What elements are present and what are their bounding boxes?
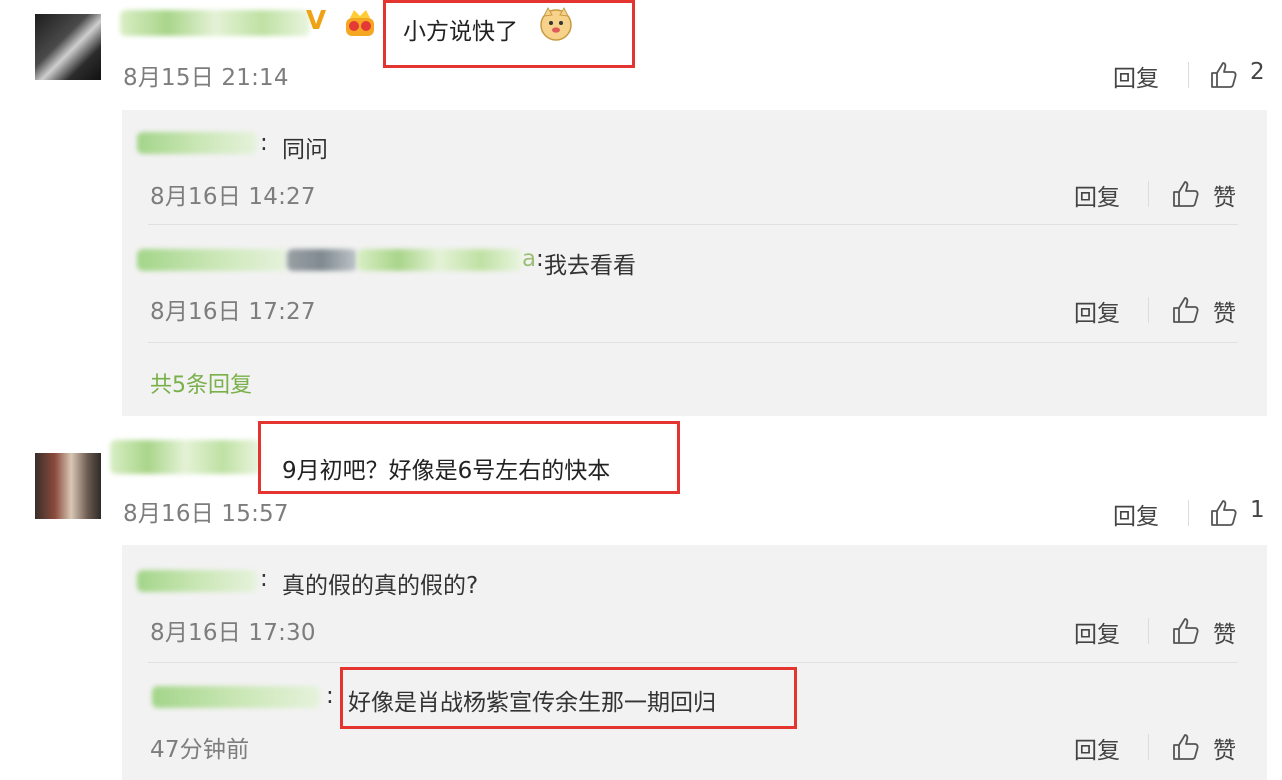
comment-timestamp: 8月15日 21:14 (123, 65, 289, 91)
thumbs-up-icon[interactable] (1170, 295, 1200, 325)
divider (1148, 181, 1149, 207)
like-button[interactable]: 赞 (1213, 731, 1236, 765)
divider (1148, 297, 1149, 323)
like-button[interactable]: 赞 (1213, 294, 1236, 328)
reply-username-suffix: a (522, 246, 537, 272)
thumbs-up-icon[interactable] (1208, 60, 1238, 90)
reply-button[interactable]: 回复 (1113, 497, 1159, 531)
comment-text: 9月初吧？好像是6号左右的快本 (282, 458, 611, 484)
reply-timestamp: 8月16日 14:27 (150, 184, 316, 210)
reply-username-blurred (287, 249, 357, 271)
divider (1188, 500, 1189, 526)
reply-separator: : (326, 683, 334, 709)
reply-timestamp: 47分钟前 (150, 737, 250, 763)
reply-timestamp: 8月16日 17:27 (150, 299, 316, 325)
divider (1188, 62, 1189, 88)
divider (1148, 618, 1149, 644)
reply-text: 好像是肖战杨紫宣传余生那一期回归 (348, 690, 716, 716)
doge-emoji-icon (540, 6, 572, 41)
reply-separator: : (536, 246, 544, 272)
reply-divider (148, 342, 1238, 343)
reply-username-blurred (357, 249, 522, 271)
thumbs-up-icon[interactable] (1170, 616, 1200, 646)
reply-button[interactable]: 回复 (1074, 615, 1120, 649)
reply-button[interactable]: 回复 (1074, 178, 1120, 212)
crown-level-icon (346, 10, 374, 36)
reply-button[interactable]: 回复 (1074, 731, 1120, 765)
thumbs-up-icon[interactable] (1170, 179, 1200, 209)
thumbs-up-icon[interactable] (1208, 498, 1238, 528)
commenter-avatar[interactable] (35, 14, 101, 80)
reply-divider (148, 662, 1238, 663)
reply-separator: : (260, 130, 268, 156)
like-button[interactable]: 赞 (1213, 615, 1236, 649)
comment-timestamp: 8月16日 15:57 (123, 501, 289, 527)
reply-username-blurred[interactable] (152, 686, 320, 708)
view-all-replies-link[interactable]: 共5条回复 (150, 367, 252, 399)
thumbs-up-icon[interactable] (1170, 732, 1200, 762)
comment-text: 小方说快了 (403, 19, 518, 45)
reply-divider (148, 224, 1238, 225)
reply-text: 真的假的真的假的? (282, 573, 479, 599)
reply-username-blurred[interactable] (137, 570, 257, 592)
reply-timestamp: 8月16日 17:30 (150, 620, 316, 646)
verified-v-icon: V (306, 6, 327, 36)
username-blurred[interactable] (120, 10, 310, 36)
username-blurred[interactable] (110, 440, 260, 474)
reply-button[interactable]: 回复 (1113, 59, 1159, 93)
like-count: 2 (1250, 59, 1265, 85)
reply-username-blurred[interactable] (137, 249, 287, 271)
reply-username-blurred[interactable] (137, 132, 257, 154)
reply-button[interactable]: 回复 (1074, 294, 1120, 328)
like-button[interactable]: 赞 (1213, 178, 1236, 212)
divider (1148, 734, 1149, 760)
reply-separator: : (260, 566, 268, 592)
reply-text: 同问 (282, 137, 328, 163)
commenter-avatar[interactable] (35, 453, 101, 519)
reply-text: 我去看看 (544, 253, 636, 279)
like-count: 1 (1250, 497, 1265, 523)
